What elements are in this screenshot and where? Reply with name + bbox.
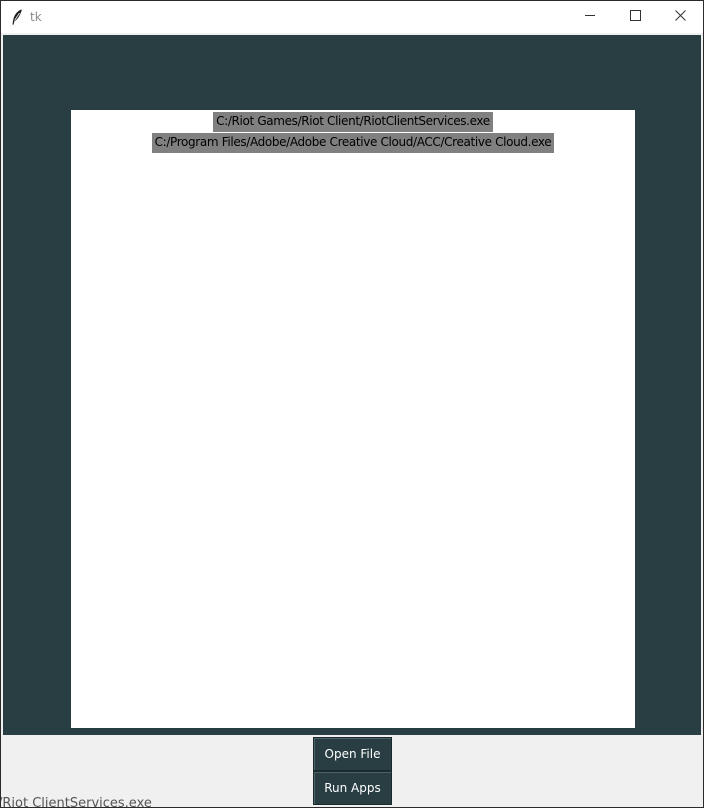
file-list-item[interactable]: C:/Program Files/Adobe/Adobe Creative Cl… — [151, 133, 555, 153]
feather-icon — [11, 9, 23, 25]
app-canvas: C:/Riot Games/Riot Client/RiotClientServ… — [3, 35, 701, 735]
open-file-button[interactable]: Open File — [313, 737, 392, 771]
close-icon — [674, 8, 686, 26]
maximize-icon — [629, 8, 641, 26]
maximize-button[interactable] — [612, 1, 658, 33]
close-button[interactable] — [657, 1, 703, 33]
file-list-item[interactable]: C:/Riot Games/Riot Client/RiotClientServ… — [213, 112, 493, 132]
title-bar[interactable]: tk — [1, 1, 703, 33]
minimize-icon — [584, 8, 596, 26]
app-window: tk C:/Riot Games/Riot Client/RiotClientS… — [0, 0, 704, 808]
file-list: C:/Riot Games/Riot Client/RiotClientServ… — [71, 110, 635, 728]
run-apps-button[interactable]: Run Apps — [313, 771, 392, 805]
minimize-button[interactable] — [567, 1, 613, 33]
window-title: tk — [30, 10, 42, 24]
background-window-text: /Riot ClientServices.exe — [0, 797, 152, 808]
